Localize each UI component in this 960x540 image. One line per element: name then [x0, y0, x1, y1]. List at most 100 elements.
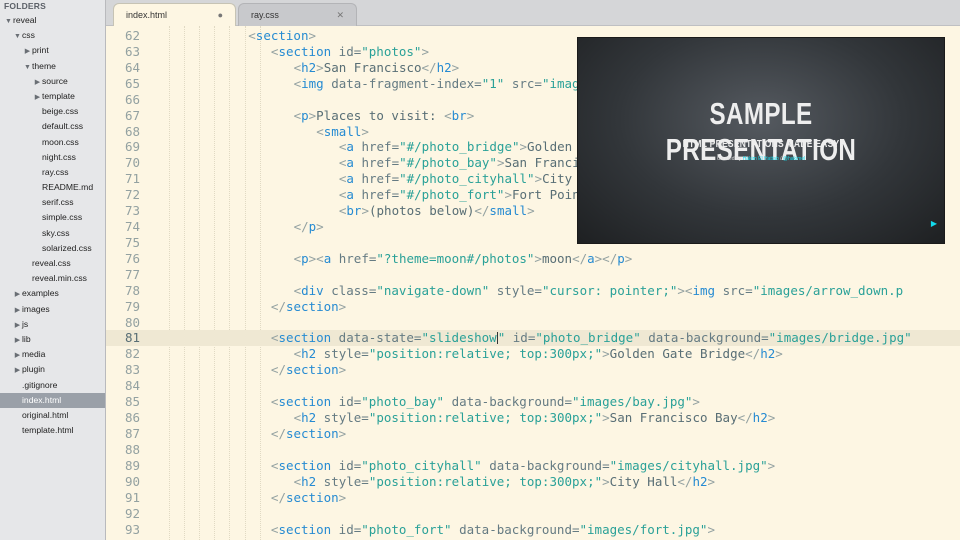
code-line[interactable]: 78 <div class="navigate-down" style="curs…	[106, 283, 960, 299]
code-token: "navigate-down"	[376, 282, 490, 298]
tab-label: index.html	[126, 10, 168, 20]
code-line[interactable]: 87 </section>	[106, 426, 960, 442]
sidebar-item[interactable]: reveal.min.css	[0, 271, 105, 286]
code-token: </	[270, 298, 286, 314]
next-slide-arrow-icon[interactable]: ▶	[931, 219, 937, 228]
code-token: (photos below)	[369, 203, 475, 219]
disclosure-closed-icon[interactable]: ▶	[13, 333, 22, 348]
code-line[interactable]: 81 <section data-state="slideshow" id="ph…	[106, 330, 960, 347]
code-line[interactable]: 92	[106, 506, 960, 522]
sidebar-item-label: examples	[22, 288, 59, 299]
sidebar-item[interactable]: ▼theme	[0, 59, 105, 74]
code-token: >	[316, 59, 324, 75]
sidebar-item[interactable]: beige.css	[0, 104, 105, 119]
code-token: </	[677, 473, 693, 489]
disclosure-closed-icon[interactable]: ▶	[13, 363, 22, 378]
code-token: a	[346, 187, 354, 203]
code-token: h2	[301, 59, 317, 75]
line-number: 81	[124, 330, 140, 346]
sidebar-item[interactable]: sky.css	[0, 226, 105, 241]
disclosure-closed-icon[interactable]: ▶	[33, 90, 42, 105]
code-line[interactable]: 86 <h2 style="position:relative; top:300p…	[106, 410, 960, 426]
sidebar-item[interactable]: ▶ media	[0, 347, 105, 362]
code-line[interactable]: 93 <section id="photo_fort" data-backgrou…	[106, 522, 960, 538]
code-token: img	[301, 75, 324, 91]
code-token: h2	[301, 346, 317, 362]
code-text: </section>	[271, 426, 346, 442]
code-token: >	[775, 346, 783, 362]
code-line[interactable]: 82 <h2 style="position:relative; top:300p…	[106, 346, 960, 362]
sidebar-item-label: simple.css	[42, 212, 83, 223]
code-line[interactable]: 83 </section>	[106, 362, 960, 378]
disclosure-open-icon[interactable]: ▼	[13, 29, 22, 44]
sidebar-item-label: js	[22, 318, 29, 329]
sidebar-item[interactable]: ▶ lib	[0, 332, 105, 347]
code-token: section	[285, 362, 339, 378]
tab-label: ray.css	[251, 10, 279, 20]
close-icon[interactable]: ✕	[336, 4, 344, 26]
sidebar-item[interactable]: template.html	[0, 423, 105, 438]
disclosure-closed-icon[interactable]: ▶	[13, 287, 22, 302]
code-line[interactable]: 77	[106, 267, 960, 283]
sidebar-item-label: plugin	[22, 364, 45, 375]
credit-author-link[interactable]: Hakim El Hattab	[743, 156, 779, 162]
sidebar-item[interactable]: index.html	[0, 392, 105, 408]
line-number: 73	[124, 203, 140, 219]
code-token: class=	[323, 282, 377, 298]
code-line[interactable]: 90 <h2 style="position:relative; top:300p…	[106, 474, 960, 490]
sidebar-item[interactable]: ▶ template	[0, 89, 105, 104]
code-line[interactable]: 76 <p><a href="?theme=moon#/photos">moon<…	[106, 251, 960, 267]
code-line[interactable]: 80	[106, 315, 960, 331]
sidebar-item[interactable]: ▼css	[0, 28, 105, 43]
disclosure-closed-icon[interactable]: ▶	[13, 303, 22, 318]
disclosure-closed-icon[interactable]: ▶	[13, 348, 22, 363]
code-token: data-fragment-index=	[323, 75, 482, 91]
code-token: div	[301, 282, 324, 298]
file-tree: ▼reveal ▼css ▶ print ▼theme ▶ source ▶ template b…	[0, 13, 105, 438]
sidebar-item[interactable]: ▶ images	[0, 302, 105, 317]
code-line[interactable]: 79 </section>	[106, 299, 960, 315]
code-token: >	[338, 489, 347, 505]
code-token: >	[316, 219, 324, 235]
disclosure-open-icon[interactable]: ▼	[23, 60, 32, 75]
code-line[interactable]: 91 </section>	[106, 490, 960, 506]
credit-handle-link[interactable]: @hakimel	[783, 156, 805, 162]
disclosure-open-icon[interactable]: ▼	[4, 14, 13, 29]
presentation-preview[interactable]: SAMPLE PRESENTATION HTML PRESENTATIONS M…	[577, 37, 945, 244]
sidebar-item[interactable]: default.css	[0, 119, 105, 134]
disclosure-closed-icon[interactable]: ▶	[23, 44, 32, 59]
code-line[interactable]: 84	[106, 378, 960, 394]
unsaved-dot-icon[interactable]: ●	[218, 4, 223, 26]
sidebar-item[interactable]: ▶ js	[0, 317, 105, 332]
sidebar-item[interactable]: ▼reveal	[0, 13, 105, 28]
sidebar-item[interactable]: moon.css	[0, 135, 105, 150]
sidebar-item[interactable]: ray.css	[0, 165, 105, 180]
tab-index-html[interactable]: index.html ●	[113, 3, 236, 26]
code-line[interactable]: 85 <section id="photo_bay" data-backgroun…	[106, 394, 960, 410]
disclosure-closed-icon[interactable]: ▶	[13, 318, 22, 333]
code-token: <	[293, 59, 302, 75]
sidebar-item[interactable]: ▶ print	[0, 43, 105, 58]
code-token: h2	[301, 410, 317, 426]
sidebar-item[interactable]: solarized.css	[0, 241, 105, 256]
code-token: src=	[715, 282, 753, 298]
sidebar-item[interactable]: ▶ source	[0, 74, 105, 89]
sidebar-item[interactable]: simple.css	[0, 210, 105, 225]
sidebar-item[interactable]: reveal.css	[0, 256, 105, 271]
code-token: </	[745, 346, 761, 362]
code-line[interactable]: 88	[106, 442, 960, 458]
sidebar-item[interactable]: ▶ plugin	[0, 362, 105, 377]
code-token: >	[602, 346, 610, 362]
line-number: 93	[124, 521, 140, 537]
code-line[interactable]: 89 <section id="photo_cityhall" data-back…	[106, 458, 960, 474]
code-token: City Hall	[609, 473, 678, 489]
sidebar-item[interactable]: .gitignore	[0, 378, 105, 393]
sidebar-item[interactable]: README.md	[0, 180, 105, 195]
disclosure-closed-icon[interactable]: ▶	[33, 75, 42, 90]
sidebar-item[interactable]: night.css	[0, 150, 105, 165]
tab-ray-css[interactable]: ray.css ✕	[238, 3, 357, 26]
code-token: "position:relative; top:300px;"	[368, 410, 603, 426]
sidebar-item[interactable]: serif.css	[0, 195, 105, 210]
sidebar-item[interactable]: ▶ examples	[0, 286, 105, 301]
sidebar-item[interactable]: original.html	[0, 408, 105, 423]
